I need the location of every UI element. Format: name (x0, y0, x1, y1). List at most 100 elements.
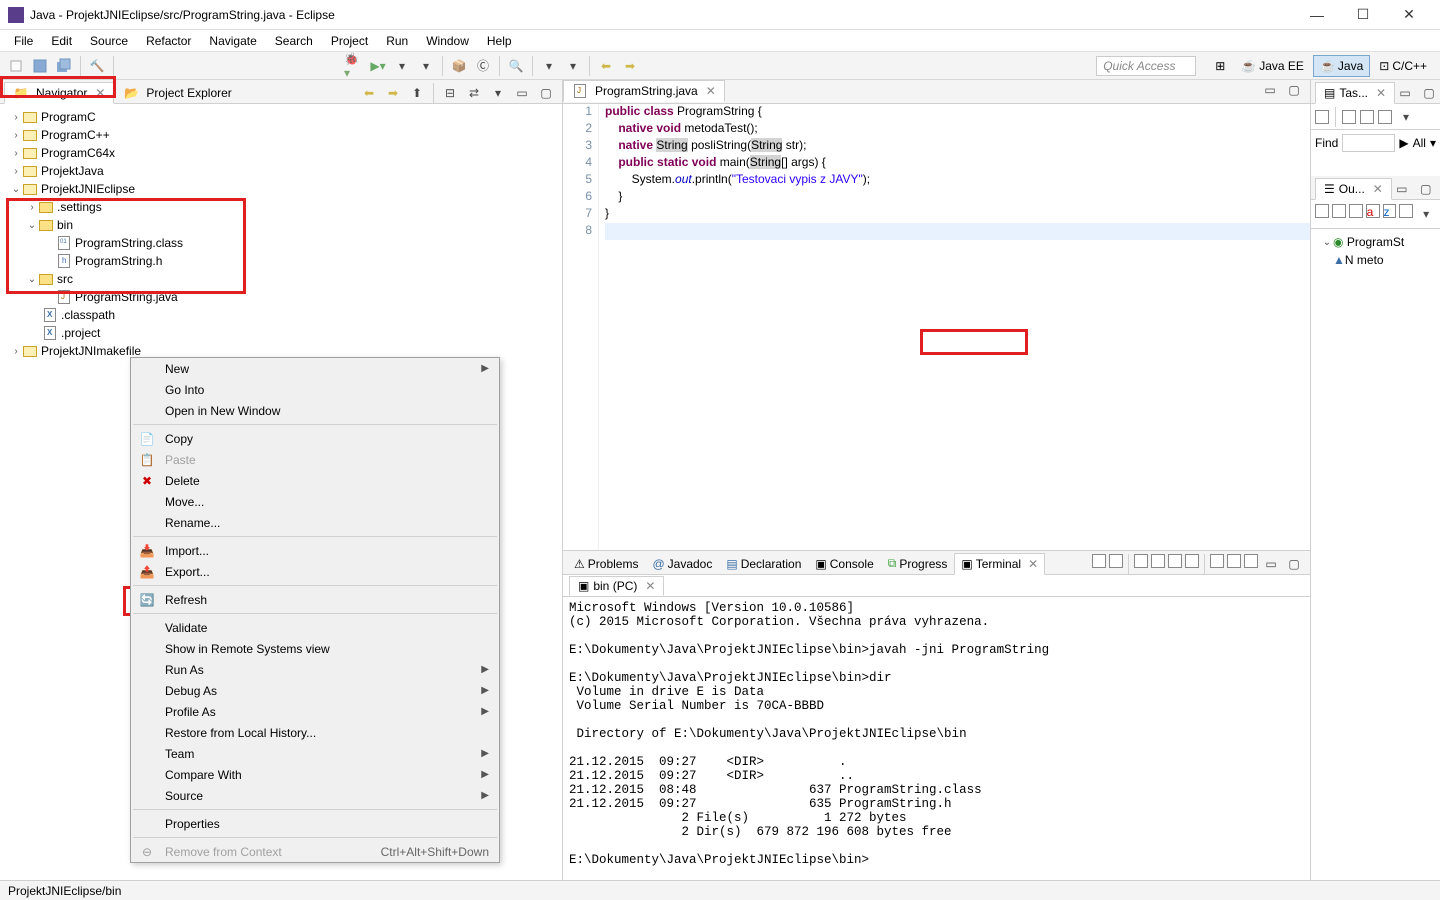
tree-item-classpath[interactable]: .classpath (0, 306, 562, 324)
minimize-view-icon[interactable]: ▭ (1260, 80, 1280, 100)
all-label[interactable]: All (1413, 136, 1426, 150)
ctx-open-new-window[interactable]: Open in New Window (131, 400, 499, 421)
terminal-output[interactable]: Microsoft Windows [Version 10.0.10586] (… (563, 597, 1310, 880)
close-icon[interactable]: ✕ (1028, 557, 1038, 571)
close-icon[interactable]: ✕ (706, 84, 716, 98)
build-icon[interactable]: 🔨 (87, 56, 107, 76)
maximize-view-icon[interactable]: ▢ (1419, 83, 1439, 103)
tab-javadoc[interactable]: @Javadoc (645, 552, 719, 574)
perspective-javaee[interactable]: ☕Java EE (1234, 55, 1311, 77)
ctx-refresh[interactable]: 🔄Refresh (131, 589, 499, 610)
maximize-button[interactable]: ☐ (1340, 0, 1386, 30)
tree-item-projektjnieclipse[interactable]: ⌄ProjektJNIEclipse (0, 180, 562, 198)
collapse-all-icon[interactable]: ⊟ (440, 83, 460, 103)
ctx-delete[interactable]: ✖Delete (131, 470, 499, 491)
ctx-move[interactable]: Move... (131, 491, 499, 512)
find-input[interactable] (1342, 134, 1395, 152)
menu-search[interactable]: Search (267, 32, 321, 50)
tb-icon[interactable] (1109, 554, 1123, 568)
tree-item-bin[interactable]: ⌄bin (0, 216, 562, 234)
tab-project-explorer[interactable]: 📂 Project Explorer (114, 81, 240, 103)
tree-item-programcpp[interactable]: ›ProgramC++ (0, 126, 562, 144)
tab-problems[interactable]: ⚠Problems (567, 552, 645, 574)
code-area[interactable]: public class ProgramString { native void… (599, 104, 1310, 550)
ctx-debug-as[interactable]: Debug As▶ (131, 680, 499, 701)
ctx-properties[interactable]: Properties (131, 813, 499, 834)
tb-icon[interactable] (1168, 554, 1182, 568)
outline-tb-icon[interactable] (1349, 204, 1363, 218)
link-editor-icon[interactable]: ⇄ (464, 83, 484, 103)
ctx-show-remote[interactable]: Show in Remote Systems view (131, 638, 499, 659)
tree-item-programstring-class[interactable]: ProgramString.class (0, 234, 562, 252)
up-icon[interactable]: ⬆ (407, 83, 427, 103)
maximize-view-icon[interactable]: ▢ (1416, 179, 1436, 199)
ctx-go-into[interactable]: Go Into (131, 379, 499, 400)
tree-item-projektjava[interactable]: ›ProjektJava (0, 162, 562, 180)
menu-icon[interactable]: ▾ (1416, 204, 1436, 224)
maximize-view-icon[interactable]: ▢ (1284, 554, 1304, 574)
perspective-java[interactable]: ☕Java (1313, 55, 1370, 77)
menu-window[interactable]: Window (418, 32, 477, 50)
tree-item-src[interactable]: ⌄src (0, 270, 562, 288)
tb-icon[interactable] (1151, 554, 1165, 568)
open-perspective-btn[interactable]: ⊞ (1208, 55, 1232, 77)
ctx-profile-as[interactable]: Profile As▶ (131, 701, 499, 722)
ctx-rename[interactable]: Rename... (131, 512, 499, 533)
ctx-restore-history[interactable]: Restore from Local History... (131, 722, 499, 743)
open-task-icon[interactable]: ▾ (563, 56, 583, 76)
coverage-icon[interactable]: ▾ (392, 56, 412, 76)
tab-console[interactable]: ▣Console (808, 552, 880, 574)
task-tb-icon[interactable] (1342, 110, 1356, 124)
ctx-source[interactable]: Source▶ (131, 785, 499, 806)
tree-item-programc[interactable]: ›ProgramC (0, 108, 562, 126)
menu-file[interactable]: File (6, 32, 41, 50)
tab-tasks[interactable]: ▤ Tas...✕ (1315, 82, 1395, 104)
new-package-icon[interactable]: 📦 (449, 56, 469, 76)
menu-icon[interactable]: ▾ (488, 83, 508, 103)
ctx-import[interactable]: 📥Import... (131, 540, 499, 561)
tb-icon[interactable] (1185, 554, 1199, 568)
minimize-button[interactable]: — (1294, 0, 1340, 30)
ctx-export[interactable]: 📤Export... (131, 561, 499, 582)
run-icon[interactable]: ▶▾ (368, 56, 388, 76)
menu-edit[interactable]: Edit (43, 32, 80, 50)
menu-source[interactable]: Source (82, 32, 136, 50)
editor-tab-programstring[interactable]: ProgramString.java ✕ (563, 80, 725, 102)
minimize-view-icon[interactable]: ▭ (1395, 83, 1415, 103)
menu-project[interactable]: Project (323, 32, 376, 50)
new-icon[interactable] (6, 56, 26, 76)
task-tb-icon[interactable] (1360, 110, 1374, 124)
ctx-validate[interactable]: Validate (131, 617, 499, 638)
menu-refactor[interactable]: Refactor (138, 32, 199, 50)
tree-item-programstring-h[interactable]: ProgramString.h (0, 252, 562, 270)
tree-item-project[interactable]: .project (0, 324, 562, 342)
forward-icon[interactable]: ➡ (383, 83, 403, 103)
menu-navigate[interactable]: Navigate (201, 32, 264, 50)
perspective-cpp[interactable]: ⊡C/C++ (1372, 55, 1434, 77)
forward-icon[interactable]: ➡ (620, 56, 640, 76)
tb-icon[interactable] (1210, 554, 1224, 568)
tab-navigator[interactable]: 📁 Navigator ✕ (4, 82, 114, 104)
toggle-icon[interactable]: ▾ (539, 56, 559, 76)
back-icon[interactable]: ⬅ (359, 83, 379, 103)
maximize-view-icon[interactable]: ▢ (1284, 80, 1304, 100)
outline-tb-icon[interactable]: a (1366, 204, 1380, 218)
ctx-copy[interactable]: 📄Copy (131, 428, 499, 449)
task-tb-icon[interactable] (1315, 110, 1329, 124)
tree-item-programc64x[interactable]: ›ProgramC64x (0, 144, 562, 162)
quick-access-input[interactable]: Quick Access (1096, 56, 1196, 76)
tree-item-settings[interactable]: ›.settings (0, 198, 562, 216)
tab-declaration[interactable]: ▤Declaration (719, 552, 808, 574)
ctx-run-as[interactable]: Run As▶ (131, 659, 499, 680)
minimize-view-icon[interactable]: ▭ (1392, 179, 1412, 199)
close-icon[interactable]: ✕ (645, 579, 655, 593)
tb-icon[interactable] (1092, 554, 1106, 568)
tab-terminal[interactable]: ▣Terminal✕ (954, 553, 1045, 575)
menu-run[interactable]: Run (378, 32, 416, 50)
tab-outline[interactable]: ☰ Ou...✕ (1315, 178, 1392, 200)
save-icon[interactable] (30, 56, 50, 76)
outline-tb-icon[interactable] (1315, 204, 1329, 218)
outline-tb-icon[interactable] (1332, 204, 1346, 218)
tree-item-programstring-java[interactable]: ProgramString.java (0, 288, 562, 306)
task-tb-icon[interactable] (1378, 110, 1392, 124)
